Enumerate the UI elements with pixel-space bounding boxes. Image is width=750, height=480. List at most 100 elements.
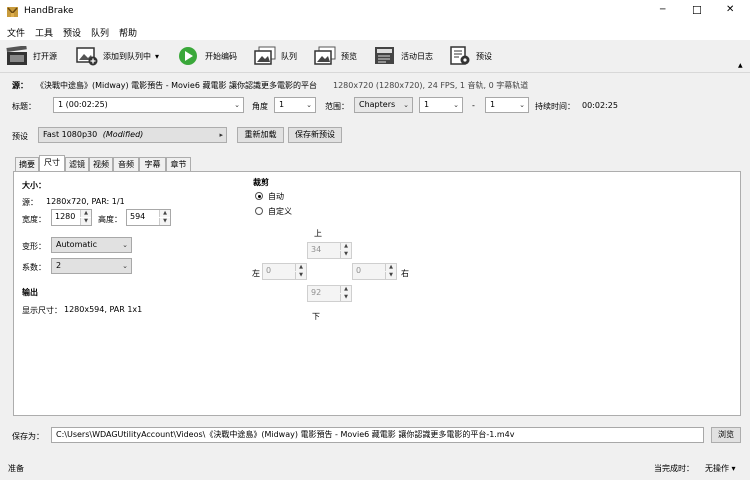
range-type-select[interactable]: Chapters ⌄: [354, 97, 413, 113]
spin-up-icon[interactable]: ▲: [340, 286, 351, 293]
add-to-queue-dropdown-icon[interactable]: ▾: [155, 52, 159, 61]
minimize-button[interactable]: ─: [660, 5, 665, 15]
crop-custom-radio[interactable]: [255, 207, 263, 215]
title-select[interactable]: 1 (00:02:25) ⌄: [53, 97, 244, 113]
modulus-select[interactable]: 2 ⌄: [51, 258, 132, 274]
tab-audio[interactable]: 音频: [113, 157, 139, 171]
width-stepper[interactable]: 1280 ▲ ▼: [51, 209, 92, 226]
preset-modified: (Modified): [102, 130, 144, 139]
crop-right-label: 右: [401, 269, 409, 278]
scroll-up-arrow[interactable]: ▲: [738, 62, 743, 69]
crop-bottom-value: 92: [311, 288, 322, 297]
crop-auto-radio[interactable]: [255, 192, 263, 200]
save-new-preset-button[interactable]: 保存新预设: [288, 127, 342, 143]
preview-button[interactable]: 预览: [314, 44, 357, 68]
browse-button[interactable]: 浏览: [711, 427, 741, 443]
crop-right-stepper[interactable]: 0 ▲ ▼: [352, 263, 397, 280]
chevron-down-icon: ⌄: [453, 101, 459, 109]
menu-help[interactable]: 帮助: [119, 26, 137, 39]
source-info: 1280x720 (1280x720), 24 FPS, 1 音轨, 0 字幕轨…: [333, 81, 529, 90]
spin-down-icon[interactable]: ▼: [80, 218, 91, 225]
close-button[interactable]: ✕: [726, 4, 734, 15]
tab-summary[interactable]: 摘要: [15, 157, 39, 171]
menu-tools[interactable]: 工具: [35, 26, 53, 39]
spin-up-icon[interactable]: ▲: [295, 264, 306, 271]
save-as-path: C:\Users\WDAGUtilityAccount\Videos\《決戰中途…: [56, 430, 515, 439]
chevron-down-icon: ⌄: [306, 101, 312, 109]
spin-up-icon[interactable]: ▲: [340, 243, 351, 250]
save-as-path-input[interactable]: C:\Users\WDAGUtilityAccount\Videos\《決戰中途…: [51, 427, 704, 443]
window-title: HandBrake: [24, 6, 74, 16]
range-end-select[interactable]: 1 ⌄: [485, 97, 529, 113]
preset-select[interactable]: Fast 1080p30 (Modified) ▸: [38, 127, 227, 143]
anamorphic-select[interactable]: Automatic ⌄: [51, 237, 132, 253]
queue-button[interactable]: 队列: [254, 44, 297, 68]
tab-filters[interactable]: 滤镜: [65, 157, 89, 171]
spin-up-icon[interactable]: ▲: [80, 210, 91, 217]
source-name: 《決戰中途島》(Midway) 電影預告 - Movie6 藏電影 讓你認識更多…: [36, 81, 317, 90]
spin-up-icon[interactable]: ▲: [385, 264, 396, 271]
start-encode-label: 开始编码: [205, 51, 237, 61]
height-stepper[interactable]: 594 ▲ ▼: [126, 209, 171, 226]
angle-value: 1: [279, 100, 285, 109]
preview-label: 预览: [341, 51, 357, 61]
crop-bottom-stepper[interactable]: 92 ▲ ▼: [307, 285, 352, 302]
angle-select[interactable]: 1 ⌄: [274, 97, 316, 113]
film-clapper-icon: [6, 45, 28, 66]
crop-top-value: 34: [311, 245, 322, 254]
chevron-down-icon: ⌄: [234, 101, 240, 109]
width-value: 1280: [55, 212, 76, 221]
spin-down-icon[interactable]: ▼: [159, 218, 170, 225]
display-size-value: 1280x594, PAR 1x1: [64, 305, 143, 314]
chevron-down-icon: ⌄: [403, 101, 409, 109]
width-label: 宽度：: [22, 215, 46, 224]
crop-heading: 裁剪: [253, 178, 269, 187]
toolbar: 打开源 添加到队列中 ▾ 开始编码 队列 预览 活动日志 预设: [0, 40, 750, 73]
tab-subtitles[interactable]: 字幕: [139, 157, 166, 171]
spin-down-icon[interactable]: ▼: [385, 272, 396, 279]
range-type-value: Chapters: [359, 100, 396, 109]
add-images-icon: [76, 46, 98, 66]
crop-left-label: 左: [252, 269, 260, 278]
crop-custom-label: 自定义: [268, 207, 292, 216]
menu-bar: 文件 工具 预设 队列 帮助: [0, 24, 750, 40]
spin-down-icon[interactable]: ▼: [340, 251, 351, 258]
start-encode-button[interactable]: 开始编码: [178, 44, 237, 68]
spin-up-icon[interactable]: ▲: [159, 210, 170, 217]
presets-label: 预设: [476, 51, 492, 61]
app-icon: [6, 5, 19, 18]
menu-presets[interactable]: 预设: [63, 26, 81, 39]
reload-preset-button[interactable]: 重新加载: [237, 127, 284, 143]
dimensions-panel: [13, 171, 741, 416]
maximize-button[interactable]: ☐: [692, 4, 702, 17]
tab-chapters[interactable]: 章节: [166, 157, 191, 171]
presets-button[interactable]: 预设: [449, 44, 492, 68]
duration-value: 00:02:25: [582, 101, 618, 110]
crop-left-stepper[interactable]: 0 ▲ ▼: [262, 263, 307, 280]
anamorphic-value: Automatic: [56, 240, 98, 249]
menu-queue[interactable]: 队列: [91, 26, 109, 39]
crop-auto-label: 自动: [268, 192, 284, 201]
save-as-label: 保存为：: [12, 432, 44, 441]
open-source-button[interactable]: 打开源: [6, 44, 57, 68]
crop-top-stepper[interactable]: 34 ▲ ▼: [307, 242, 352, 259]
when-done-select[interactable]: 无操作 ▾: [705, 463, 736, 474]
range-start-select[interactable]: 1 ⌄: [419, 97, 463, 113]
modulus-label: 系数：: [22, 263, 46, 272]
tab-dimensions[interactable]: 尺寸: [39, 155, 65, 172]
activity-log-button[interactable]: 活动日志: [374, 44, 433, 68]
duration-label: 持续时间：: [535, 102, 575, 111]
chevron-right-icon: ▸: [219, 131, 223, 139]
queue-images-icon: [254, 46, 276, 66]
anamorphic-label: 变形：: [22, 242, 46, 251]
status-bar: 准备 当完成时： 无操作 ▾: [0, 458, 750, 480]
menu-file[interactable]: 文件: [7, 26, 25, 39]
activity-log-label: 活动日志: [401, 51, 433, 61]
add-to-queue-button[interactable]: 添加到队列中 ▾: [76, 44, 159, 68]
spin-down-icon[interactable]: ▼: [295, 272, 306, 279]
crop-top-label: 上: [314, 229, 322, 238]
crop-bottom-label: 下: [312, 312, 320, 321]
play-icon: [178, 46, 200, 66]
spin-down-icon[interactable]: ▼: [340, 294, 351, 301]
tab-video[interactable]: 视频: [89, 157, 113, 171]
